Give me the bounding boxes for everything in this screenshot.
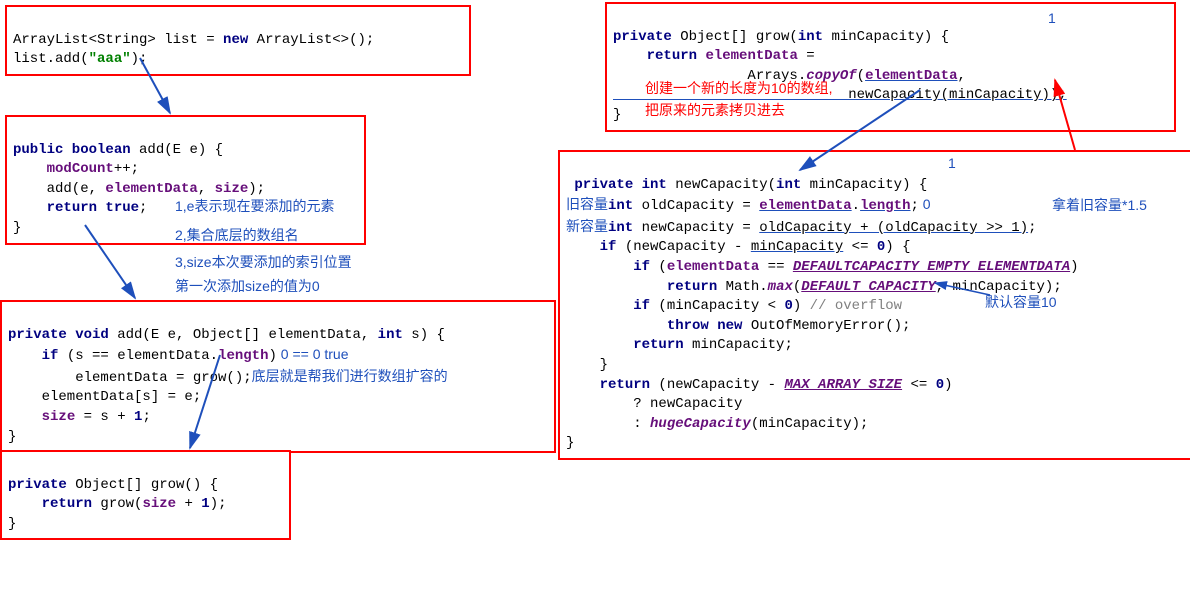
code-line: if (s == elementData.length) 0 == 0 true <box>8 348 349 364</box>
annotation-number: 1 <box>1048 10 1056 26</box>
code-line: throw new OutOfMemoryError(); <box>566 318 910 334</box>
code-line: public boolean add(E e) { <box>13 142 223 158</box>
code-line: return (newCapacity - MAX_ARRAY_SIZE <= … <box>566 377 953 393</box>
code-line: add(e, elementData, size); <box>13 181 265 197</box>
annotation-text: 创建一个新的长度为10的数组, <box>645 78 832 98</box>
code-line: } <box>566 435 574 451</box>
code-line: return elementData = <box>613 48 815 64</box>
code-box-snippet-usage: ArrayList<String> list = new ArrayList<>… <box>5 5 471 76</box>
annotation-text: 默认容量10 <box>985 292 1057 312</box>
annotation-text: 1,e表示现在要添加的元素 <box>175 196 334 216</box>
code-line: private int newCapacity(int minCapacity)… <box>566 177 927 193</box>
code-line: private Object[] grow(int minCapacity) { <box>613 29 949 45</box>
annotation-text: 第一次添加size的值为0 <box>175 276 320 296</box>
code-line: private Object[] grow() { <box>8 477 218 493</box>
code-line: } <box>8 429 16 445</box>
code-line: return minCapacity; <box>566 337 793 353</box>
code-box-add-private: private void add(E e, Object[] elementDa… <box>0 300 556 453</box>
code-line: } <box>613 107 621 123</box>
code-line: ? newCapacity <box>566 396 742 412</box>
code-line: : hugeCapacity(minCapacity); <box>566 416 868 432</box>
annotation-number: 1 <box>948 155 956 171</box>
code-box-grow-noarg: private Object[] grow() { return grow(si… <box>0 450 291 540</box>
code-line: ArrayList<String> list = new ArrayList<>… <box>13 32 374 48</box>
annotation-text: 3,size本次要添加的索引位置 <box>175 252 352 272</box>
code-line: size = s + 1; <box>8 409 151 425</box>
code-line: 旧容量int oldCapacity = elementData.length;… <box>566 198 931 214</box>
code-line: list.add("aaa"); <box>13 51 147 67</box>
code-line: modCount++; <box>13 161 139 177</box>
code-line: 新容量int newCapacity = oldCapacity + (oldC… <box>566 220 1037 236</box>
code-line: elementData[s] = e; <box>8 389 201 405</box>
code-line: private void add(E e, Object[] elementDa… <box>8 327 445 343</box>
code-line: elementData = grow();底层就是帮我们进行数组扩容的 <box>8 370 448 386</box>
annotation-text: 拿着旧容量*1.5 <box>1052 195 1147 215</box>
code-line: } <box>8 516 16 532</box>
code-line: return grow(size + 1); <box>8 496 227 512</box>
code-line: if (newCapacity - minCapacity <= 0) { <box>566 239 911 255</box>
code-line: if (elementData == DEFAULTCAPACITY_EMPTY… <box>566 259 1079 275</box>
code-line: if (minCapacity < 0) // overflow <box>566 298 902 314</box>
code-line: } <box>566 357 608 373</box>
code-line: return true; <box>13 200 147 216</box>
annotation-text: 2,集合底层的数组名 <box>175 225 299 245</box>
annotation-text: 把原来的元素拷贝进去 <box>645 100 785 120</box>
code-line: } <box>13 220 21 236</box>
